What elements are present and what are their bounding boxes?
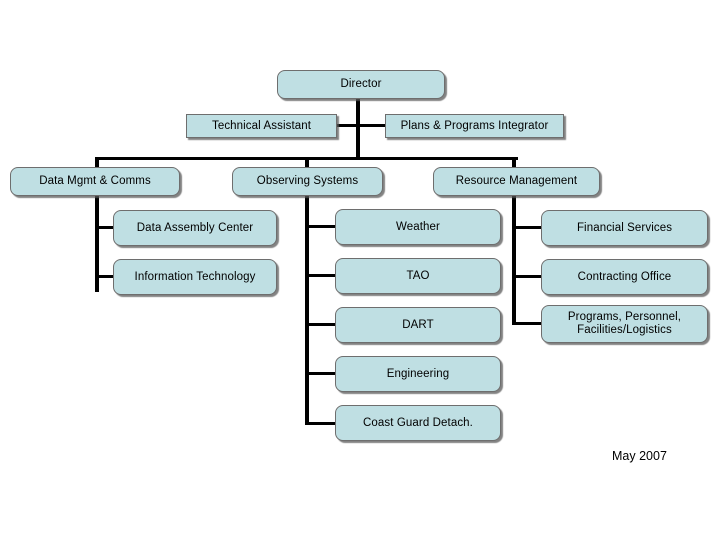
org-node-label: Financial Services — [576, 221, 673, 234]
connector-stub-dart — [305, 323, 337, 326]
date-stamp: May 2007 — [612, 449, 667, 463]
org-node-tao[interactable]: TAO — [335, 258, 501, 294]
org-node-information-technology[interactable]: Information Technology — [113, 259, 277, 295]
org-node-label: Observing Systems — [256, 175, 359, 187]
org-node-engineering[interactable]: Engineering — [335, 356, 501, 392]
org-node-label: DART — [402, 318, 434, 331]
connector-stub-programs — [512, 322, 543, 325]
connector-stub-contracting — [512, 275, 543, 278]
org-node-label: Technical Assistant — [211, 119, 312, 132]
org-node-data-assembly-center[interactable]: Data Assembly Center — [113, 210, 277, 246]
connector-stub-dac — [95, 226, 115, 229]
org-node-data-mgmt-comms[interactable]: Data Mgmt & Comms — [10, 167, 180, 196]
org-chart-canvas: Director Technical Assistant Plans & Pro… — [0, 0, 720, 540]
connector-stub-weather — [305, 225, 337, 228]
connector-staff-right — [359, 124, 386, 127]
org-node-label: TAO — [406, 269, 430, 282]
org-node-contracting-office[interactable]: Contracting Office — [541, 259, 708, 295]
org-node-label: Data Assembly Center — [136, 221, 254, 234]
connector-stub-it — [95, 275, 115, 278]
org-node-observing-systems[interactable]: Observing Systems — [232, 167, 383, 196]
connector-staff-left — [337, 124, 359, 127]
org-node-label: Resource Management — [455, 175, 578, 187]
connector-stub-financial — [512, 226, 543, 229]
org-node-label: Plans & Programs Integrator — [400, 119, 549, 132]
org-node-resource-management[interactable]: Resource Management — [433, 167, 600, 196]
org-node-programs-personnel-facilities-logistics[interactable]: Programs, Personnel, Facilities/Logistic… — [541, 305, 708, 343]
org-node-director[interactable]: Director — [277, 70, 445, 99]
org-node-dart[interactable]: DART — [335, 307, 501, 343]
org-node-technical-assistant[interactable]: Technical Assistant — [186, 114, 337, 138]
connector-stub-tao — [305, 274, 337, 277]
org-node-label: Programs, Personnel, Facilities/Logistic… — [567, 311, 682, 336]
org-node-coast-guard-detach[interactable]: Coast Guard Detach. — [335, 405, 501, 441]
connector-director-trunk — [356, 99, 360, 159]
connector-stub-engineering — [305, 372, 337, 375]
org-node-label: Contracting Office — [577, 270, 672, 283]
connector-stub-coast-guard — [305, 422, 337, 425]
org-node-plans-programs-integrator[interactable]: Plans & Programs Integrator — [385, 114, 564, 138]
org-node-label: Director — [340, 78, 382, 90]
org-node-label: Weather — [396, 220, 440, 233]
org-node-label: Data Mgmt & Comms — [39, 175, 151, 187]
org-node-label: Information Technology — [134, 270, 256, 283]
org-node-label: Coast Guard Detach. — [363, 416, 473, 429]
connector-drop-observing — [305, 157, 309, 425]
org-node-weather[interactable]: Weather — [335, 209, 501, 245]
org-node-financial-services[interactable]: Financial Services — [541, 210, 708, 246]
org-node-label: Engineering — [386, 367, 450, 380]
